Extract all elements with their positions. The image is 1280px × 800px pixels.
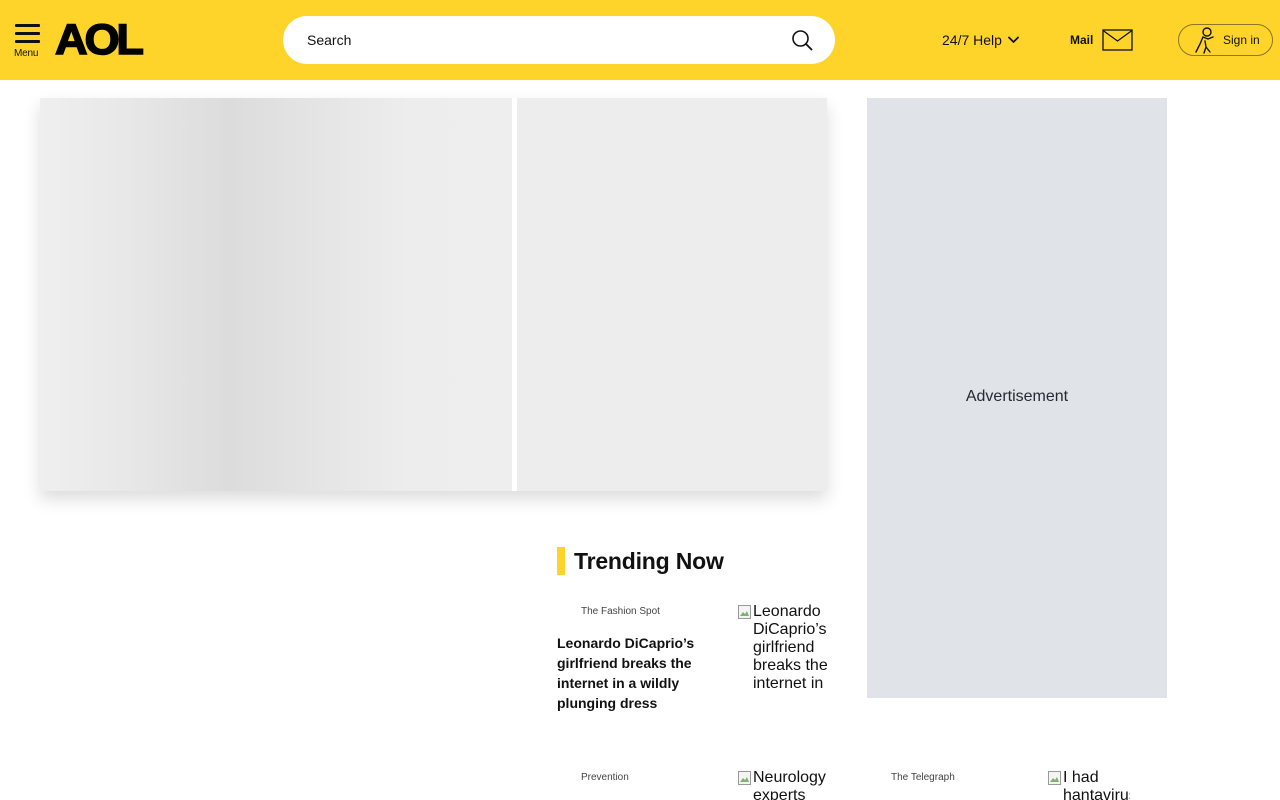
article-source: Prevention xyxy=(581,772,629,783)
sign-in-button[interactable]: Sign in xyxy=(1178,24,1273,56)
sign-in-label: Sign in xyxy=(1223,33,1260,47)
user-icon xyxy=(1195,27,1214,54)
trending-title: Trending Now xyxy=(574,547,724,574)
article-source: The Fashion Spot xyxy=(581,606,660,617)
hamburger-icon-line xyxy=(15,32,40,35)
menu-label: Menu xyxy=(14,48,39,59)
hamburger-icon-line xyxy=(15,40,40,43)
article-title[interactable]: Leonardo DiCaprio’s girlfriend breaks th… xyxy=(557,633,707,713)
article-image-alt: Leonardo DiCaprio’s girlfriend breaks th… xyxy=(753,603,828,692)
trending-header: Trending Now xyxy=(557,547,724,575)
hamburger-icon xyxy=(15,24,40,27)
search-bar xyxy=(283,16,835,64)
hero-side-placeholder[interactable] xyxy=(517,98,827,491)
mail-icon xyxy=(1102,29,1133,51)
broken-image-icon xyxy=(738,605,751,619)
advertisement-label: Advertisement xyxy=(965,388,1069,405)
broken-image-icon xyxy=(1048,771,1061,785)
top-header: Menu AOL 24/7 Help Mail Sign in xyxy=(0,0,1280,80)
chevron-down-icon xyxy=(1008,36,1019,43)
article-image-alt: Neurology experts xyxy=(753,769,826,800)
mail-link[interactable]: Mail xyxy=(1070,27,1133,53)
search-input[interactable] xyxy=(307,16,777,64)
article-image[interactable]: Leonardo DiCaprio’s girlfriend breaks th… xyxy=(738,603,828,693)
help-label: 24/7 Help xyxy=(942,32,1002,48)
hero-main-placeholder[interactable] xyxy=(40,98,512,491)
mail-label: Mail xyxy=(1070,33,1094,47)
aol-logo[interactable]: AOL xyxy=(54,17,145,63)
broken-image-icon xyxy=(738,771,751,785)
help-dropdown[interactable]: 24/7 Help xyxy=(942,31,1019,49)
article-image-alt: I had hantavirus xyxy=(1063,769,1130,800)
article-image[interactable]: I had hantavirus xyxy=(1048,769,1130,800)
search-icon[interactable] xyxy=(791,29,813,51)
hero-carousel-placeholder xyxy=(40,98,827,491)
article-image[interactable]: Neurology experts xyxy=(738,769,830,800)
advertisement[interactable]: Advertisement xyxy=(867,98,1167,698)
menu-button[interactable]: Menu xyxy=(14,24,42,60)
article-source: The Telegraph xyxy=(891,772,955,783)
section-accent-bar xyxy=(557,547,565,575)
